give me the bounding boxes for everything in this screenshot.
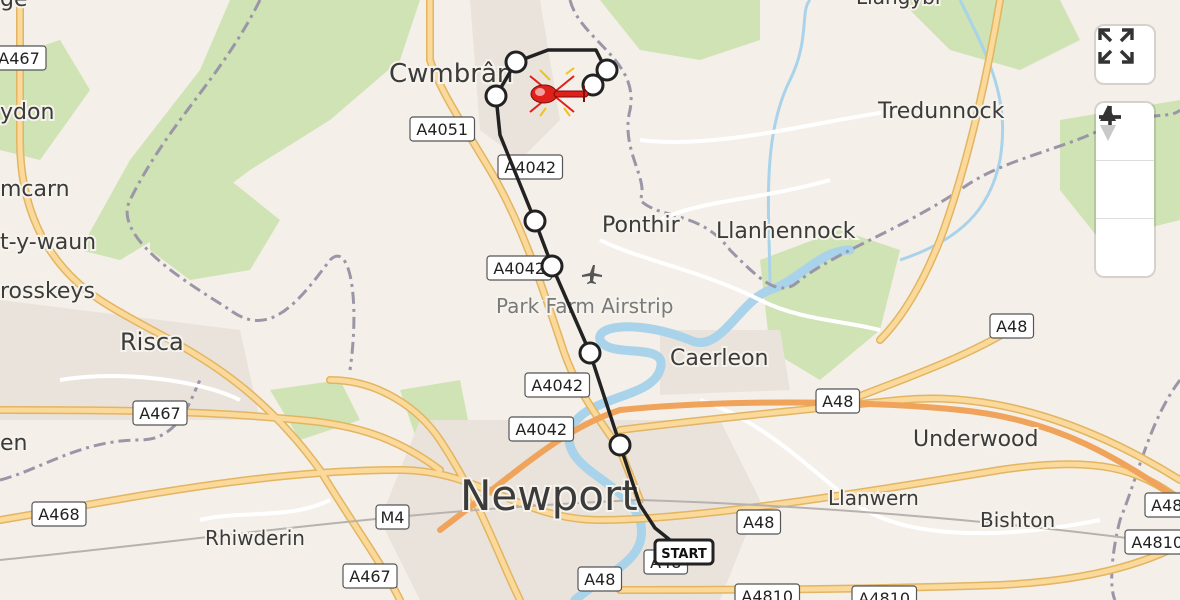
road-shield-label: A467 [0, 49, 40, 68]
place-label-rhiwderin: Rhiwderin [205, 526, 305, 550]
place-label-en: en [0, 431, 27, 456]
start-label: START [661, 547, 707, 562]
road-shield-a48-3: A48 [736, 509, 782, 535]
road-shield-a4051: A4051 [409, 116, 476, 142]
place-label-llanhennock: Llanhennock [716, 219, 856, 244]
road-shield-label: A48 [1151, 496, 1180, 515]
road-shield-label: A4051 [416, 120, 468, 139]
place-label-tredunnock: Tredunnock [877, 99, 1005, 124]
place-label-ponthir: Ponthir [602, 213, 681, 238]
road-shield-label: A4810 [741, 587, 793, 600]
compass-icon [1100, 105, 1116, 141]
fullscreen-icon [1098, 28, 1134, 64]
road-shield-a468: A468 [31, 501, 87, 527]
road-shield-label: A48 [996, 317, 1027, 336]
waypoint-marker[interactable] [504, 50, 528, 74]
road-shield-a48-1: A48 [989, 313, 1035, 339]
place-label-newport: Newport [460, 471, 638, 520]
place-label-underwood: Underwood [913, 427, 1038, 452]
road-shield-a467-mid: A467 [132, 400, 188, 426]
road-shield-label: A467 [139, 404, 180, 423]
road-shield-label: A48 [822, 392, 853, 411]
place-label-cwmbran: Cwmbrân [389, 59, 513, 89]
waypoint-marker[interactable] [608, 433, 632, 457]
place-label-caerleon: Caerleon [670, 346, 768, 371]
start-marker[interactable]: START [653, 538, 715, 566]
road-shield-label: A4042 [531, 376, 583, 395]
road-shield-a48-2: A48 [815, 388, 861, 414]
waypoint-marker[interactable] [578, 341, 602, 365]
road-shield-a4810-1: A4810 [734, 583, 801, 600]
road-shield-label: A468 [38, 505, 79, 524]
road-shield-a48-edge: A48 [1144, 492, 1180, 518]
place-label-llangybi: Llangybi [856, 0, 940, 9]
road-shield-label: A48 [743, 513, 774, 532]
road-shield-label: A4810 [858, 589, 910, 600]
compass-button[interactable] [1096, 105, 1154, 276]
road-shield-a4042-3: A4042 [524, 372, 591, 398]
road-shield-a4042-4: A4042 [508, 416, 575, 442]
zoom-out-button[interactable] [1096, 115, 1154, 218]
road-shield-label: A467 [349, 567, 390, 586]
road-shield-label: A48 [584, 570, 615, 589]
road-shield-a4810-2: A4810 [851, 585, 918, 600]
place-label-bishton: Bishton [980, 508, 1055, 532]
place-label-llanwern: Llanwern [828, 486, 919, 510]
place-label-park-farm-airstrip: Park Farm Airstrip [496, 294, 673, 318]
place-label-mcarn: mcarn [0, 177, 70, 202]
place-label-ydon: ydon [0, 100, 54, 125]
zoom-control [1096, 103, 1154, 276]
road-shield-label: M4 [381, 508, 405, 527]
waypoint-marker[interactable] [540, 254, 564, 278]
road-shield-a4042-1: A4042 [497, 154, 564, 180]
road-shield-label: A4042 [515, 420, 567, 439]
road-shield-a467-top: A467 [0, 45, 47, 71]
road-shield-a48-4: A48 [577, 566, 623, 592]
road-shield-label: A4042 [493, 259, 545, 278]
road-shield-label: A4810 [1131, 533, 1180, 552]
place-label-risca: Risca [120, 328, 184, 356]
place-label-rosskeys: rosskeys [0, 279, 95, 304]
place-label-ge: ge [0, 0, 28, 12]
map-canvas[interactable]: Cwmbrân Tredunnock Llangybi Ponthir Llanhenn… [0, 0, 1180, 600]
road-shield-m4: M4 [375, 504, 410, 530]
road-shield-a467-bot: A467 [342, 563, 398, 589]
waypoint-marker[interactable] [523, 209, 547, 233]
road-shield-a4810-3: A4810 [1124, 529, 1180, 555]
place-label-t-y-waun: t-y-waun [0, 230, 96, 255]
fullscreen-control [1096, 26, 1154, 83]
fullscreen-button[interactable] [1096, 26, 1154, 83]
map-layer: Cwmbrân Tredunnock Llangybi Ponthir Llanhenn… [0, 0, 1180, 600]
waypoint-marker[interactable] [484, 84, 508, 108]
